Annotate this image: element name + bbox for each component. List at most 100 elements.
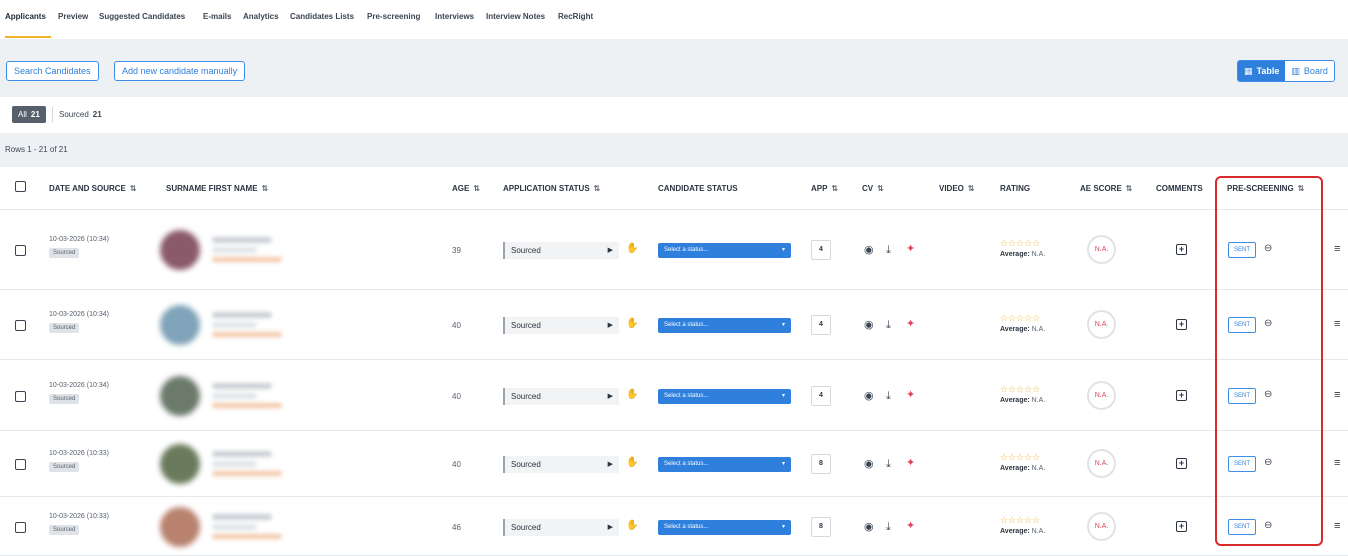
eye-icon[interactable]: ◉ [864,319,874,331]
link-icon[interactable]: ⊖ [1264,457,1272,468]
rating-stars[interactable]: ☆☆☆☆☆ [1000,515,1040,525]
sort-icon[interactable]: ⇅ [1298,184,1305,193]
tab-pre-screening[interactable]: Pre-screening [367,12,420,21]
sparkle-icon[interactable]: ✦ [906,457,915,469]
row-checkbox[interactable] [15,390,26,402]
candidate-name-blurred[interactable] [212,382,272,389]
link-icon[interactable]: ⊖ [1264,318,1272,329]
tab-emails[interactable]: E-mails [203,12,231,21]
hand-icon[interactable]: ✋ [626,457,638,468]
filter-all[interactable]: All 21 [12,106,46,123]
row-menu-icon[interactable]: ≡ [1334,457,1340,469]
candidate-name-blurred[interactable] [212,312,272,318]
rating-stars[interactable]: ☆☆☆☆☆ [1000,452,1040,462]
download-icon[interactable]: ⤓ [886,244,891,256]
add-comment-icon[interactable]: + [1176,319,1187,330]
download-icon[interactable]: ⤓ [886,319,891,331]
application-status-select[interactable]: Sourced ▶ [503,518,619,536]
download-icon[interactable]: ⤓ [886,390,891,402]
candidate-name-blurred[interactable] [212,513,272,520]
row-menu-icon[interactable]: ≡ [1334,243,1340,255]
rating-stars[interactable]: ☆☆☆☆☆ [1000,384,1040,394]
candidate-status-select[interactable]: Select a status... ▾ [658,519,791,535]
prescreening-sent-button[interactable]: SENT [1228,242,1256,258]
app-count[interactable]: 8 [811,516,831,537]
add-comment-icon[interactable]: + [1176,244,1187,255]
application-status-select[interactable]: Sourced ▶ [503,242,619,259]
tab-interview-notes[interactable]: Interview Notes [486,12,545,21]
table-row[interactable]: 10-03-2026 (10:33) Sourced 40 Sourced ▶ … [0,431,1348,497]
tab-analytics[interactable]: Analytics [243,12,279,21]
candidate-status-select[interactable]: Select a status... ▾ [658,388,791,404]
app-count[interactable]: 8 [811,454,831,474]
avatar[interactable] [160,230,200,270]
tab-applicants[interactable]: Applicants [5,12,46,21]
sort-icon[interactable]: ⇅ [831,184,838,193]
sort-icon[interactable]: ⇅ [594,184,601,193]
eye-icon[interactable]: ◉ [864,521,874,533]
row-checkbox[interactable] [15,245,26,256]
row-checkbox[interactable] [15,320,26,331]
row-menu-icon[interactable]: ≡ [1334,520,1340,532]
table-row[interactable]: 10-03-2026 (10:34) Sourced 40 Sourced ▶ … [0,290,1348,360]
add-comment-icon[interactable]: + [1176,520,1187,532]
candidate-status-select[interactable]: Select a status... ▾ [658,457,791,472]
application-status-select[interactable]: Sourced ▶ [503,456,619,473]
board-view-button[interactable]: ▥ Board [1285,61,1334,81]
candidate-name-blurred[interactable] [212,237,272,243]
avatar[interactable] [160,375,200,416]
table-row[interactable]: 10-03-2026 (10:33) Sourced 46 Sourced ▶ … [0,497,1348,556]
sort-icon[interactable]: ⇅ [262,184,269,193]
tab-interviews[interactable]: Interviews [435,12,474,21]
link-icon[interactable]: ⊖ [1264,389,1272,400]
rating-stars[interactable]: ☆☆☆☆☆ [1000,238,1040,248]
table-row[interactable]: 10-03-2026 (10:34) Sourced 39 Sourced ▶ … [0,210,1348,290]
search-candidates-button[interactable]: Search Candidates [6,61,99,81]
sparkle-icon[interactable]: ✦ [906,389,915,401]
eye-icon[interactable]: ◉ [864,244,874,256]
link-icon[interactable]: ⊖ [1264,520,1272,531]
sparkle-icon[interactable]: ✦ [906,318,915,330]
eye-icon[interactable]: ◉ [864,458,874,470]
sparkle-icon[interactable]: ✦ [906,243,915,255]
add-comment-icon[interactable]: + [1176,458,1187,469]
prescreening-sent-button[interactable]: SENT [1228,456,1256,472]
candidate-status-select[interactable]: Select a status... ▾ [658,318,791,333]
eye-icon[interactable]: ◉ [864,390,874,402]
download-icon[interactable]: ⤓ [886,458,891,470]
row-checkbox[interactable] [15,459,26,470]
row-menu-icon[interactable]: ≡ [1334,389,1340,401]
candidate-name-blurred[interactable] [212,451,272,457]
tab-suggested-candidates[interactable]: Suggested Candidates [99,12,185,21]
link-icon[interactable]: ⊖ [1264,243,1272,254]
sort-icon[interactable]: ⇅ [968,184,975,193]
tab-preview[interactable]: Preview [58,12,88,21]
sparkle-icon[interactable]: ✦ [906,520,915,532]
tab-recright[interactable]: RecRight [558,12,593,21]
hand-icon[interactable]: ✋ [626,389,638,400]
select-all-checkbox[interactable] [15,181,26,192]
prescreening-sent-button[interactable]: SENT [1228,387,1256,404]
hand-icon[interactable]: ✋ [626,318,638,329]
add-candidate-button[interactable]: Add new candidate manually [114,61,246,81]
app-count[interactable]: 4 [811,240,831,260]
candidate-status-select[interactable]: Select a status... ▾ [658,243,791,258]
app-count[interactable]: 4 [811,315,831,335]
application-status-select[interactable]: Sourced ▶ [503,387,619,405]
add-comment-icon[interactable]: + [1176,389,1187,401]
row-checkbox[interactable] [15,521,26,533]
table-row[interactable]: 10-03-2026 (10:34) Sourced 40 Sourced ▶ … [0,360,1348,431]
sort-icon[interactable]: ⇅ [877,184,884,193]
avatar[interactable] [160,444,200,484]
prescreening-sent-button[interactable]: SENT [1228,317,1256,333]
tab-candidates-lists[interactable]: Candidates Lists [290,12,354,21]
filter-sourced[interactable]: Sourced 21 [52,106,108,123]
sort-icon[interactable]: ⇅ [130,184,137,193]
table-view-button[interactable]: ▦ Table [1238,61,1286,81]
hand-icon[interactable]: ✋ [626,520,638,531]
row-menu-icon[interactable]: ≡ [1334,318,1340,330]
app-count[interactable]: 4 [811,385,831,406]
download-icon[interactable]: ⤓ [886,521,891,533]
prescreening-sent-button[interactable]: SENT [1228,518,1256,535]
avatar[interactable] [160,305,200,345]
